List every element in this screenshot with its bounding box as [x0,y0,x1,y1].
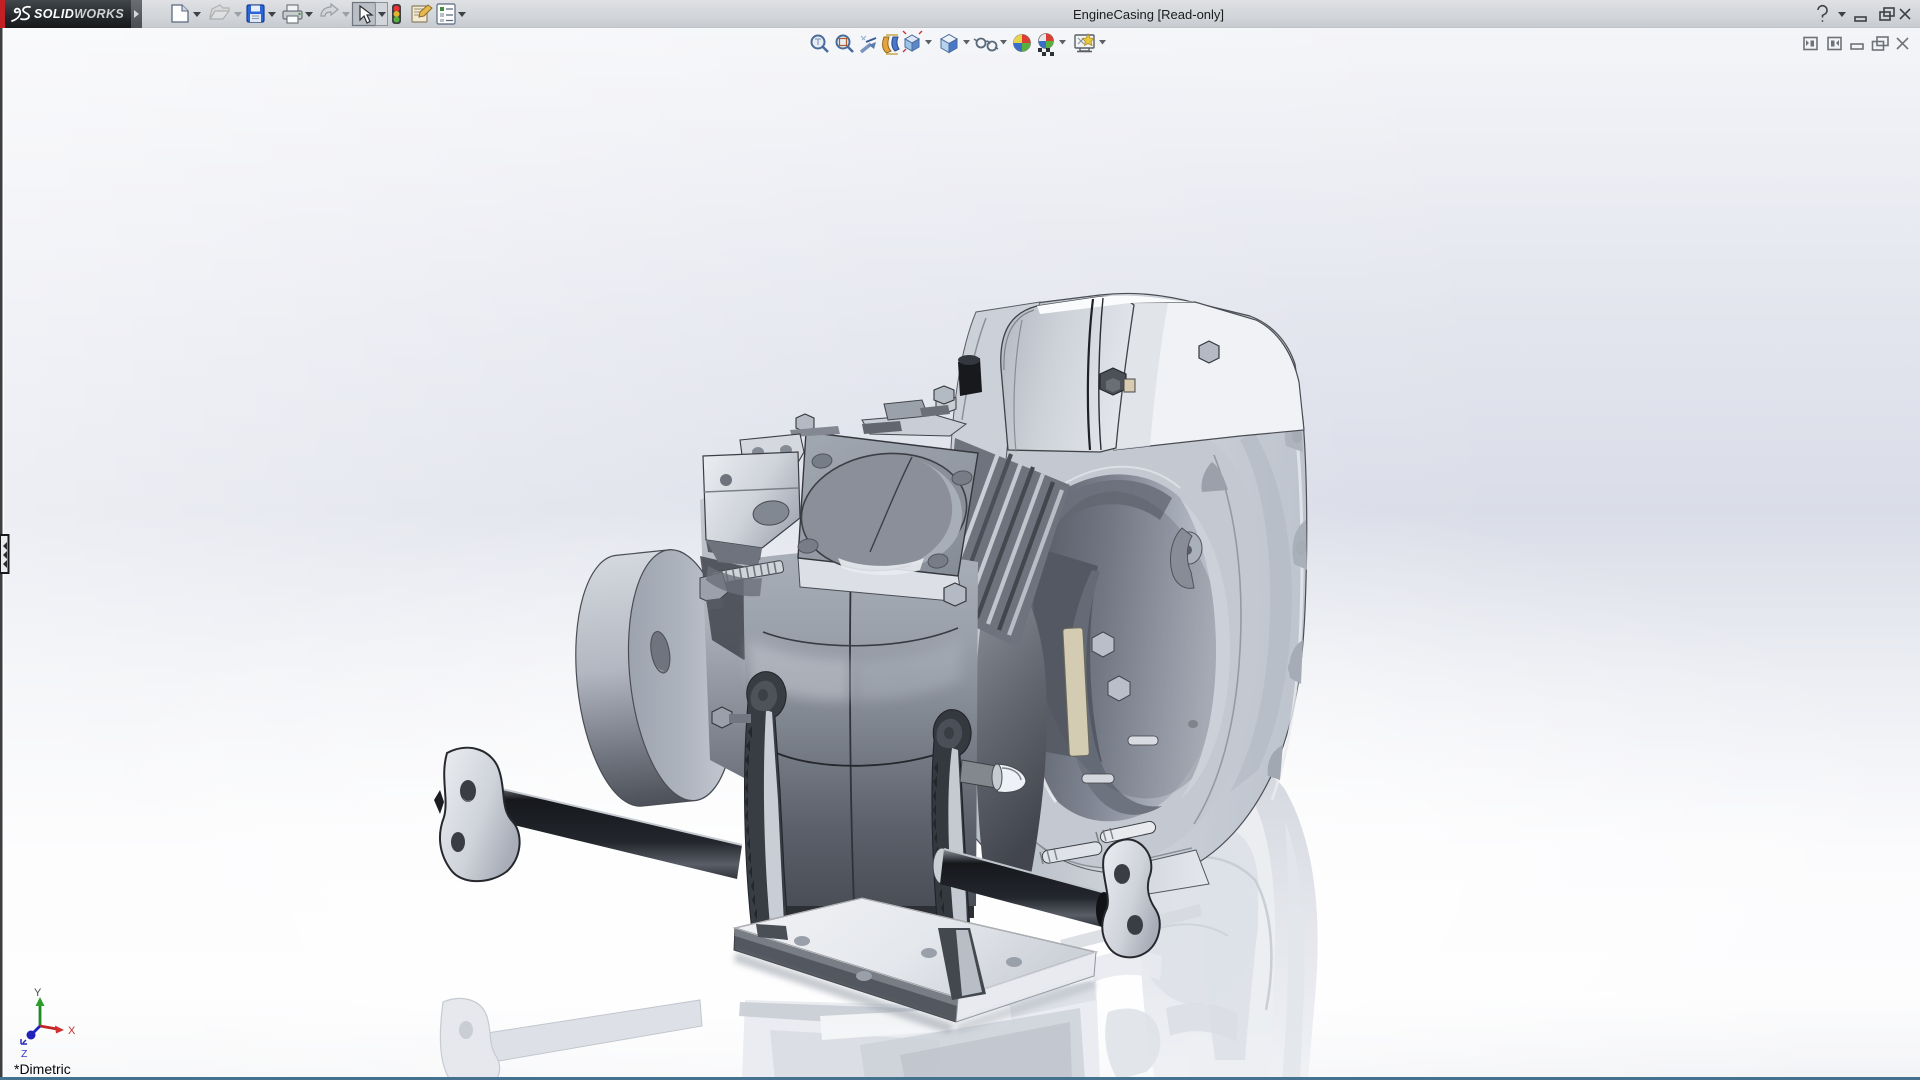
svg-text:*Dimetric: *Dimetric [14,1061,71,1077]
svg-text:Z: Z [21,1048,28,1060]
svg-text:X: X [68,1025,76,1037]
svg-text:Y: Y [34,987,42,999]
